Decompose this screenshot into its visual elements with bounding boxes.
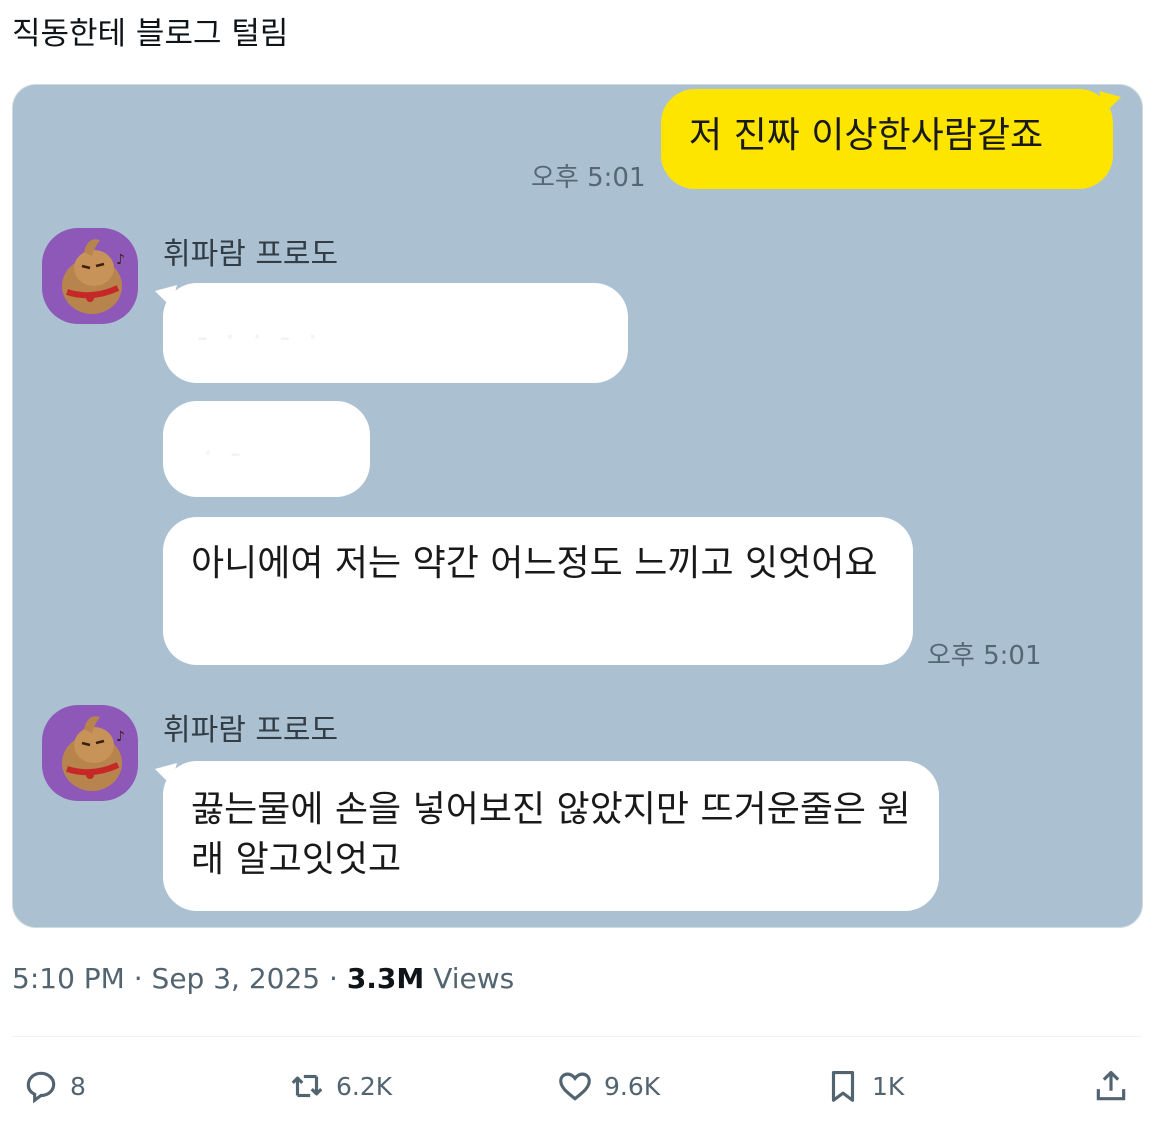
blurred-message: - · · - ·: [163, 283, 628, 383]
outgoing-message-text: 저 진짜 이상한사람같죠: [689, 115, 1044, 156]
svg-text:♪: ♪: [116, 252, 125, 268]
incoming-bubble-tail: [155, 285, 177, 307]
blurred-message-short: · -: [163, 401, 370, 497]
bookmark-icon: [831, 1070, 855, 1102]
incoming-message: 끓는물에 손을 넣어보진 않았지만 뜨거운줄은 원래 알고잇엇고: [163, 761, 939, 911]
blurred-message-text: - · · - ·: [197, 320, 322, 355]
tweet-meta: 5:10 PM · Sep 3, 2025 · 3.3M Views: [12, 962, 514, 995]
sender-name: 휘파람 프로도: [163, 713, 339, 748]
views-count: 3.3M: [346, 962, 425, 995]
repost-count: 6.2K: [336, 1071, 393, 1101]
reply-icon: [26, 1071, 56, 1104]
share-button[interactable]: [1092, 1064, 1140, 1108]
outgoing-message: 저 진짜 이상한사람같죠: [661, 89, 1113, 189]
like-icon: [559, 1072, 591, 1101]
divider: [12, 1036, 1141, 1037]
like-button[interactable]: 9.6K: [556, 1064, 660, 1108]
repost-button[interactable]: 6.2K: [288, 1064, 392, 1108]
separator: ·: [329, 962, 338, 995]
bookmark-count: 1K: [872, 1071, 905, 1101]
incoming-message-text: 끓는물에 손을 넣어보진 않았지만 뜨거운줄은 원래 알고잇엇고: [191, 789, 911, 880]
reply-button[interactable]: 8: [22, 1064, 86, 1108]
tweet-date[interactable]: Sep 3, 2025: [152, 962, 321, 995]
like-count: 9.6K: [604, 1071, 661, 1101]
incoming-bubble-tail: [155, 763, 177, 785]
tweet-time[interactable]: 5:10 PM: [12, 962, 125, 995]
avatar[interactable]: ♪: [42, 228, 138, 324]
reply-count: 8: [70, 1071, 86, 1101]
incoming-message: 아니에여 저는 약간 어느정도 느끼고 잇엇어요: [163, 517, 913, 665]
sender-name: 휘파람 프로도: [163, 237, 339, 272]
outgoing-bubble-tail: [1099, 91, 1121, 113]
separator: ·: [133, 962, 143, 995]
avatar[interactable]: ♪: [42, 705, 138, 801]
incoming-time: 오후 5:01: [927, 641, 1042, 671]
svg-text:♪: ♪: [116, 729, 125, 745]
frodo-character-icon: ♪: [62, 239, 125, 314]
share-icon: [1096, 1070, 1126, 1101]
chat-screenshot[interactable]: 저 진짜 이상한사람같죠 오후 5:01 ♪ 휘파람 프로도 - · · - ·…: [12, 84, 1143, 928]
tweet-text: 직동한테 블로그 털림: [12, 16, 289, 52]
outgoing-time: 오후 5:01: [531, 163, 646, 193]
views-label: Views: [433, 962, 515, 995]
frodo-character-icon: ♪: [62, 716, 125, 791]
blurred-message-short-text: · -: [203, 436, 245, 471]
incoming-message-text: 아니에여 저는 약간 어느정도 느끼고 잇엇어요: [191, 543, 878, 584]
bookmark-button[interactable]: 1K: [824, 1064, 904, 1108]
repost-icon: [291, 1074, 323, 1098]
